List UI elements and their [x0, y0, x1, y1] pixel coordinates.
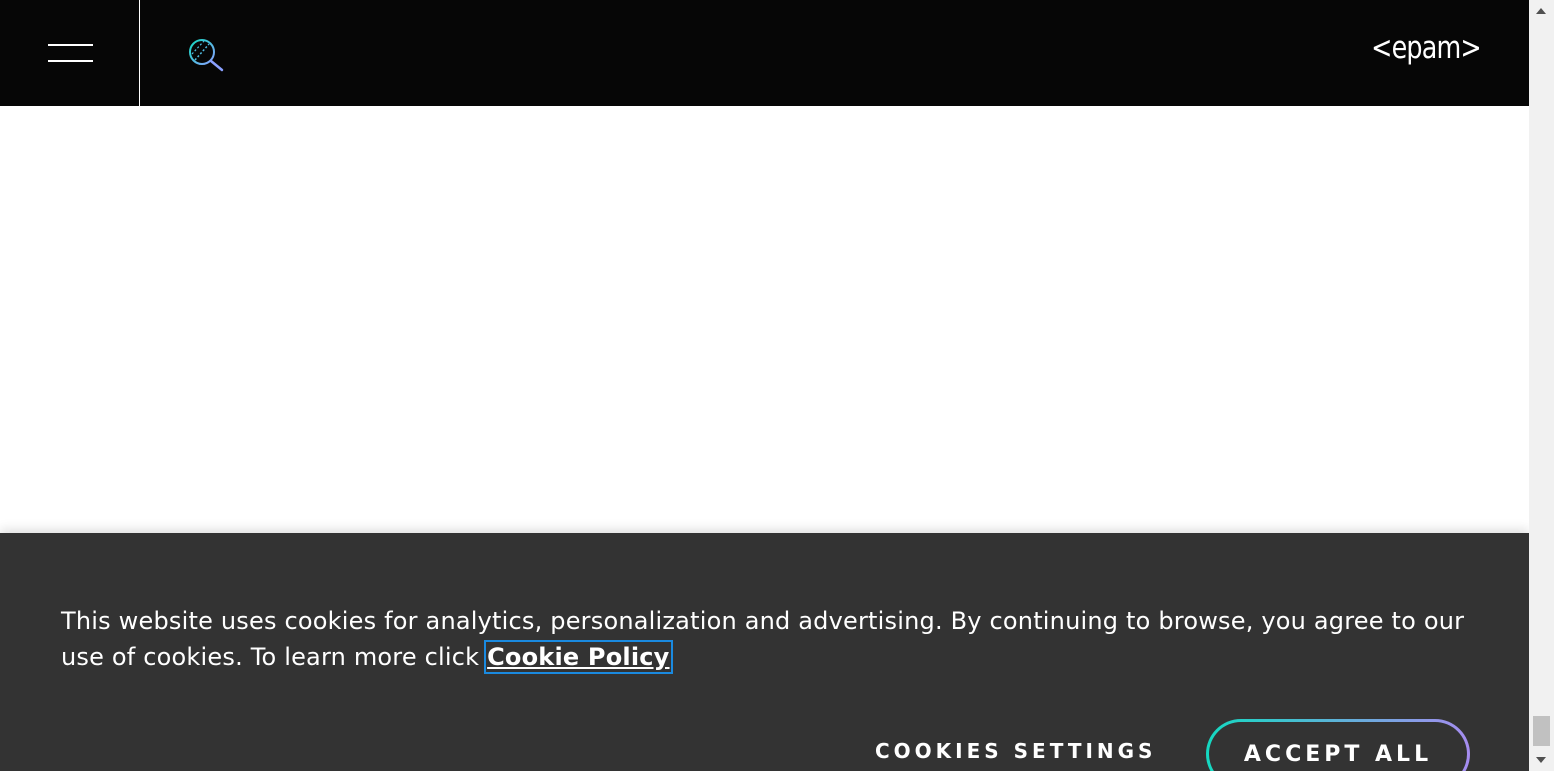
vertical-scrollbar[interactable] [1529, 0, 1554, 771]
main-content [0, 106, 1529, 533]
cookies-settings-button[interactable]: COOKIES SETTINGS [875, 739, 1156, 763]
cookie-message: This website uses cookies for analytics,… [61, 603, 1481, 675]
cookie-message-text: This website uses cookies for analytics,… [61, 607, 1465, 671]
scroll-down-arrow-icon[interactable] [1536, 757, 1546, 763]
cookie-banner: This website uses cookies for analytics,… [0, 533, 1529, 771]
accept-all-button[interactable]: ACCEPT ALL [1206, 719, 1470, 771]
scroll-up-arrow-icon[interactable] [1536, 8, 1546, 14]
search-button[interactable] [184, 36, 228, 76]
search-icon [189, 39, 224, 72]
epam-logo[interactable]: <epam> [1371, 30, 1482, 66]
site-header: <epam> [0, 0, 1529, 106]
page: <epam> This website uses cookies for ana… [0, 0, 1554, 771]
scrollbar-thumb[interactable] [1533, 716, 1550, 746]
menu-button[interactable] [0, 0, 140, 106]
cookie-policy-link[interactable]: Cookie Policy [484, 640, 673, 674]
